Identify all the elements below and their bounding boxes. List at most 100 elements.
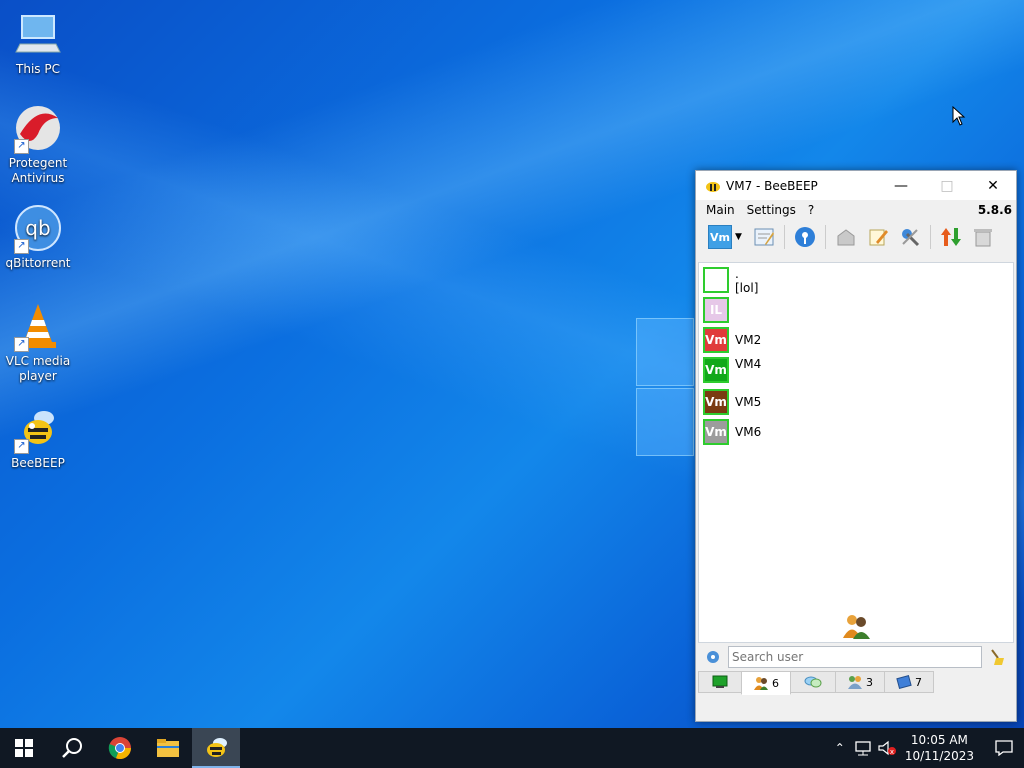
user-text: VM4 xyxy=(735,357,761,371)
desktop-icon-qbittorrent[interactable]: qb ↗ qBittorrent xyxy=(0,204,76,271)
tab-users-count: 6 xyxy=(772,676,779,690)
taskbar-chrome[interactable] xyxy=(96,728,144,768)
notification-icon xyxy=(995,740,1013,756)
system-tray: ⌃ x 10:05 AM 10/11/2023 xyxy=(829,728,1024,768)
computer-icon xyxy=(14,10,62,58)
trash-icon xyxy=(974,229,992,247)
tab-chats[interactable] xyxy=(790,671,836,693)
toolbar-separator xyxy=(784,225,785,249)
broom-clear-icon[interactable] xyxy=(988,648,1006,666)
tab-local[interactable] xyxy=(698,671,742,693)
users-group-icon xyxy=(843,615,870,639)
desktop-icon-label: qBittorrent xyxy=(5,256,71,270)
close-button[interactable]: ✕ xyxy=(970,171,1016,200)
mouse-cursor-icon xyxy=(952,106,966,126)
user-name: VM5 xyxy=(735,395,762,409)
windows-start-icon xyxy=(15,739,33,757)
network-antenna-icon xyxy=(795,227,815,247)
chevron-up-icon: ⌃ xyxy=(834,741,845,755)
taskbar-beebeep[interactable] xyxy=(192,728,240,768)
toolbar-separator xyxy=(930,225,931,249)
title-bar[interactable]: VM7 - BeeBEEP — □ ✕ xyxy=(696,171,1016,200)
user-list: . [lol] IL Vm VM2 Vm VM4 Vm VM5 Vm VM6 xyxy=(698,262,1014,643)
desktop-icon-label: VLC media player xyxy=(5,354,71,383)
shortcut-arrow-icon: ↗ xyxy=(14,239,29,254)
user-row[interactable]: Vm VM4 xyxy=(703,357,761,383)
user-avatar: Vm xyxy=(703,357,729,383)
desktop-icon-label: Protegent Antivirus xyxy=(8,156,68,185)
clock[interactable]: 10:05 AM 10/11/2023 xyxy=(905,732,974,764)
desktop-icon-beebeep[interactable]: ↗ BeeBEEP xyxy=(0,404,76,471)
qbittorrent-icon: qb ↗ xyxy=(14,204,62,254)
user-text: VM5 xyxy=(735,395,761,409)
search-user-input[interactable] xyxy=(728,646,982,668)
search-icon xyxy=(62,738,82,758)
user-row[interactable]: Vm VM5 xyxy=(703,389,761,415)
beebeep-window: VM7 - BeeBEEP — □ ✕ Main Settings ? 5.8.… xyxy=(695,170,1017,722)
user-row[interactable]: Vm VM6 xyxy=(703,419,761,445)
user-avatar xyxy=(703,267,729,293)
minimize-button[interactable]: — xyxy=(878,171,924,200)
svg-text:x: x xyxy=(890,748,894,756)
tab-groups[interactable]: 3 xyxy=(835,671,885,693)
note-pencil-icon xyxy=(869,229,888,246)
menu-bar: Main Settings ? 5.8.6 xyxy=(696,200,1016,220)
desktop-icon-label: BeeBEEP xyxy=(11,456,65,470)
show-hidden-icons-button[interactable]: ⌃ xyxy=(829,728,851,768)
tab-files[interactable]: 7 xyxy=(884,671,934,693)
user-avatar: Vm xyxy=(703,389,729,415)
svg-text:qb: qb xyxy=(25,216,50,240)
send-message-button[interactable] xyxy=(833,224,859,250)
desktop-icon-this-pc[interactable]: This PC xyxy=(0,10,76,77)
search-button[interactable] xyxy=(48,728,96,768)
vlc-icon: ↗ xyxy=(14,302,62,352)
window-title: VM7 - BeeBEEP xyxy=(726,178,818,193)
user-text: . [lol] xyxy=(735,267,758,295)
toolbar: Vm ▼ xyxy=(696,220,1016,254)
files-icon xyxy=(896,675,912,689)
bee-icon xyxy=(207,738,227,757)
search-row xyxy=(698,644,1012,670)
user-text: VM6 xyxy=(735,425,761,439)
menu-help[interactable]: ? xyxy=(802,203,820,217)
gear-icon[interactable] xyxy=(704,648,722,666)
tab-files-count: 7 xyxy=(915,675,922,689)
volume-tray-button[interactable]: x xyxy=(875,728,899,768)
tab-users[interactable]: 6 xyxy=(741,671,791,695)
network-icon xyxy=(855,741,871,756)
edit-profile-button[interactable] xyxy=(751,224,777,250)
tools-button[interactable] xyxy=(897,224,923,250)
users-icon xyxy=(754,677,768,690)
protegent-icon: ↗ xyxy=(14,104,62,154)
clock-date: 10/11/2023 xyxy=(904,749,974,763)
bee-icon xyxy=(706,181,720,192)
taskbar-file-explorer[interactable] xyxy=(144,728,192,768)
clear-button[interactable] xyxy=(970,224,996,250)
start-button[interactable] xyxy=(0,728,48,768)
user-text: VM2 xyxy=(735,333,761,347)
bee-icon: ↗ xyxy=(14,404,62,454)
version-label: 5.8.6 xyxy=(977,203,1012,217)
shortcut-arrow-icon: ↗ xyxy=(14,139,29,154)
chat-icon xyxy=(804,676,822,688)
user-row[interactable]: . [lol] xyxy=(703,267,758,295)
menu-main[interactable]: Main xyxy=(700,203,741,217)
folder-icon xyxy=(157,739,179,757)
desktop-icon-label: This PC xyxy=(16,62,60,76)
notifications-button[interactable] xyxy=(984,728,1024,768)
menu-settings[interactable]: Settings xyxy=(741,203,802,217)
desktop-icon-vlc[interactable]: ↗ VLC media player xyxy=(0,302,76,384)
status-selector[interactable]: Vm ▼ xyxy=(705,224,745,250)
user-row[interactable]: IL xyxy=(703,297,735,323)
write-note-button[interactable] xyxy=(865,224,891,250)
chrome-icon xyxy=(108,737,132,760)
volume-muted-icon: x xyxy=(878,740,896,756)
maximize-button[interactable]: □ xyxy=(924,171,970,200)
network-tray-button[interactable] xyxy=(851,728,875,768)
network-button[interactable] xyxy=(792,224,818,250)
user-row[interactable]: Vm VM2 xyxy=(703,327,761,353)
update-button[interactable] xyxy=(938,224,964,250)
desktop-icon-protegent[interactable]: ↗ Protegent Antivirus xyxy=(0,104,76,186)
user-avatar: Vm xyxy=(703,327,729,353)
clock-time: 10:05 AM xyxy=(910,733,968,747)
